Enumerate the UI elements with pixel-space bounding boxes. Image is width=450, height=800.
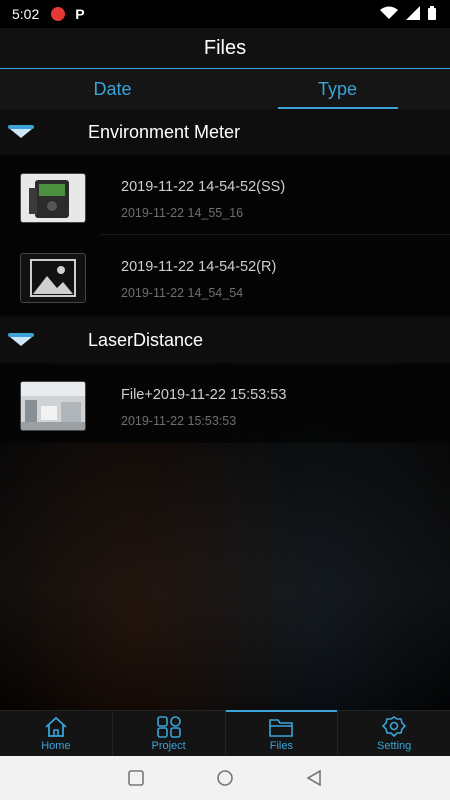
group-title: LaserDistance	[88, 329, 204, 350]
file-title: 2019-11-22 14-54-52(SS)	[121, 179, 286, 195]
status-bar: 5:02 P	[0, 0, 450, 28]
collapse-triangle-icon	[8, 125, 34, 138]
divider	[100, 234, 450, 235]
file-date: 2019-11-22 14_55_16	[121, 206, 244, 220]
recents-icon[interactable]	[128, 770, 144, 786]
tab-bar: Date Type	[0, 69, 450, 109]
nav-files[interactable]: Files	[225, 710, 339, 757]
nav-home[interactable]: Home	[0, 711, 113, 757]
file-title: File+2019-11-22 15:53:53	[121, 387, 287, 403]
nav-label: Setting	[377, 740, 412, 752]
home-icon	[45, 716, 67, 737]
file-date: 2019-11-22 15:53:53	[121, 414, 237, 428]
signal-icon	[406, 6, 420, 20]
list-item[interactable]: 2019-11-22 14-54-52(SS) 2019-11-22 14_55…	[0, 157, 450, 235]
group-title: Environment Meter	[88, 121, 241, 142]
status-right	[380, 6, 436, 20]
p-badge: P	[75, 6, 85, 22]
nav-label: Home	[41, 740, 71, 752]
wifi-icon	[380, 6, 398, 19]
nav-setting[interactable]: Setting	[338, 711, 450, 757]
file-date: 2019-11-22 14_54_54	[121, 286, 244, 300]
nav-project[interactable]: Project	[113, 711, 226, 757]
tab-type[interactable]: Type	[225, 69, 450, 109]
system-nav-bar	[0, 756, 450, 800]
bottom-nav: Home Project Files Setting	[0, 710, 450, 757]
back-icon[interactable]	[306, 770, 322, 786]
gear-icon	[381, 716, 407, 738]
image-placeholder-icon	[20, 253, 86, 303]
home-circle-icon[interactable]	[216, 769, 234, 787]
device-thumbnail	[20, 173, 86, 223]
list-item[interactable]: 2019-11-22 14-54-52(R) 2019-11-22 14_54_…	[0, 237, 450, 315]
nav-label: Project	[151, 740, 186, 752]
list-item[interactable]: File+2019-11-22 15:53:53 2019-11-22 15:5…	[0, 365, 450, 443]
nav-label: Files	[269, 740, 293, 752]
room-thumbnail	[20, 381, 86, 431]
page-title: Files	[203, 36, 247, 59]
grid-icon	[156, 716, 181, 738]
notification-icon	[51, 7, 66, 21]
file-list: Environment Meter 2019-11-22 14-54-52(SS…	[0, 109, 450, 710]
app-bar: Files	[0, 28, 450, 69]
file-title: 2019-11-22 14-54-52(R)	[121, 259, 277, 275]
folder-icon	[269, 719, 294, 737]
tab-date[interactable]: Date	[0, 69, 225, 109]
collapse-triangle-icon	[8, 333, 34, 346]
status-time: 5:02	[12, 6, 40, 22]
battery-icon	[428, 6, 436, 20]
group-header-environment-meter[interactable]: Environment Meter	[0, 109, 450, 155]
group-header-laserdistance[interactable]: LaserDistance	[0, 317, 450, 363]
